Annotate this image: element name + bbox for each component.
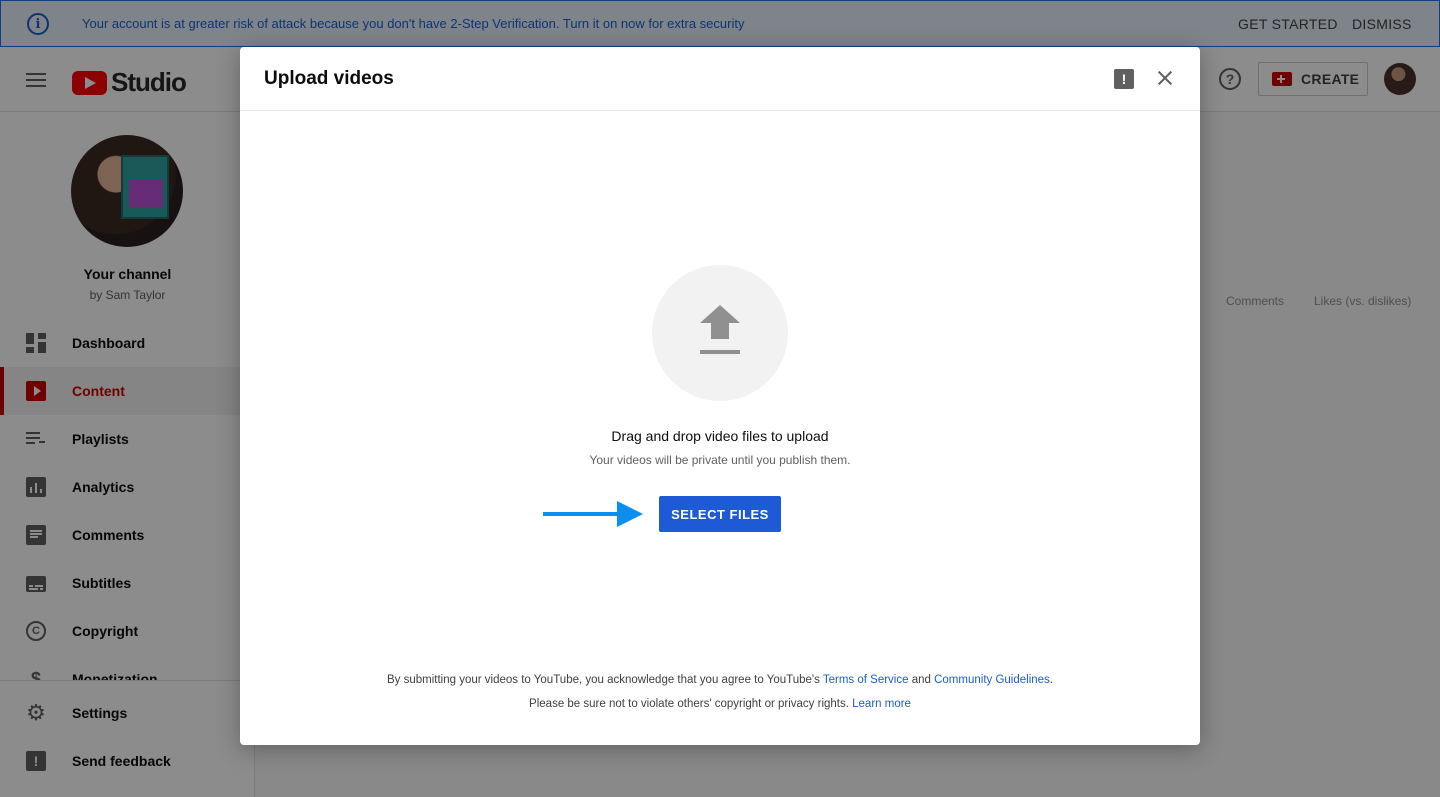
close-icon[interactable] <box>1154 67 1176 89</box>
legal-and: and <box>911 674 931 686</box>
legal-period: . <box>1049 674 1053 686</box>
privacy-note: Your videos will be private until you pu… <box>589 453 851 467</box>
drag-drop-instructions: Drag and drop video files to upload <box>611 428 829 444</box>
community-guidelines-link[interactable]: Community Guidelines <box>934 674 1050 686</box>
learn-more-link[interactable]: Learn more <box>852 698 911 710</box>
upload-icon <box>700 305 740 359</box>
upload-dialog: Upload videos ! Drag and drop video file… <box>240 47 1200 745</box>
report-feedback-icon[interactable]: ! <box>1114 69 1134 89</box>
dialog-header: Upload videos ! <box>240 47 1200 111</box>
terms-of-service-link[interactable]: Terms of Service <box>823 674 909 686</box>
pointer-arrow-icon <box>543 501 643 527</box>
legal-copyright-note: Please be sure not to violate others' co… <box>529 698 849 710</box>
upload-drop-target[interactable] <box>652 265 788 401</box>
select-files-button[interactable]: SELECT FILES <box>659 496 781 532</box>
legal-notice-line2: Please be sure not to violate others' co… <box>240 698 1200 710</box>
dialog-title: Upload videos <box>264 68 394 89</box>
legal-notice: By submitting your videos to YouTube, yo… <box>240 674 1200 686</box>
legal-prefix: By submitting your videos to YouTube, yo… <box>386 674 820 686</box>
